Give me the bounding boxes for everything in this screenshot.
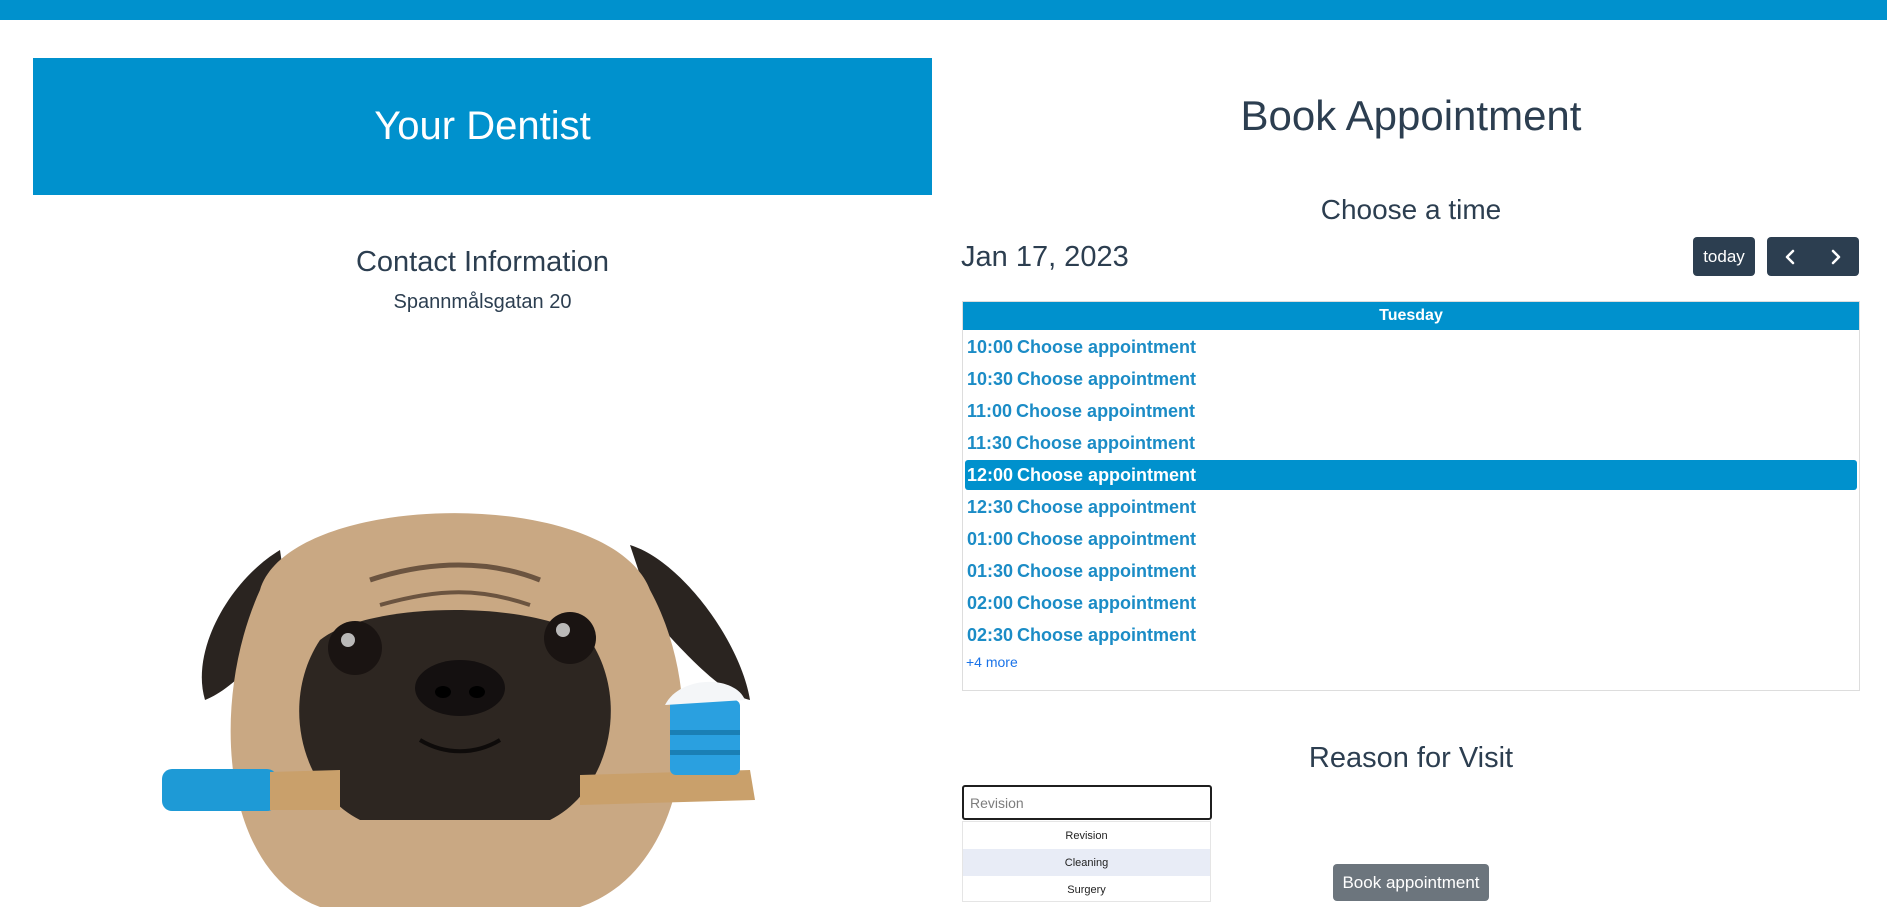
slot-time: 10:00 <box>967 336 1014 357</box>
slot-label: Choose appointment <box>1017 528 1197 549</box>
slot-time: 10:30 <box>967 368 1014 389</box>
slot-label: Choose appointment <box>1017 560 1197 581</box>
slot-label: Choose appointment <box>1016 400 1196 421</box>
slot-time: 02:30 <box>967 624 1014 645</box>
top-accent-bar <box>0 0 1887 20</box>
slot-label: Choose appointment <box>1017 496 1197 517</box>
day-header: Tuesday <box>963 302 1859 330</box>
next-day-button[interactable] <box>1813 237 1859 276</box>
slot-time: 12:00 <box>967 464 1014 485</box>
slot-time: 02:00 <box>967 592 1014 613</box>
more-slots-link[interactable]: +4 more <box>966 654 1018 670</box>
appointment-slot[interactable]: 10:00 Choose appointment <box>965 332 1857 362</box>
slot-label: Choose appointment <box>1017 464 1197 485</box>
slot-time: 11:00 <box>967 400 1013 421</box>
reason-input[interactable] <box>962 785 1212 820</box>
appointment-slot[interactable]: 02:30 Choose appointment <box>965 620 1857 650</box>
slot-time: 12:30 <box>967 496 1014 517</box>
appointment-slot[interactable]: 02:00 Choose appointment <box>965 588 1857 618</box>
previous-day-button[interactable] <box>1767 237 1813 276</box>
appointment-slot[interactable]: 11:00 Choose appointment <box>965 396 1857 426</box>
appointment-slot[interactable]: 01:00 Choose appointment <box>965 524 1857 554</box>
reason-option[interactable]: Revision <box>963 822 1210 849</box>
brand-banner: Your Dentist <box>33 58 932 195</box>
appointment-slot-selected[interactable]: 12:00 Choose appointment <box>965 460 1857 490</box>
reason-option[interactable]: Surgery <box>963 876 1210 903</box>
reason-title: Reason for Visit <box>1308 742 1514 774</box>
contact-title: Contact Information <box>355 246 610 278</box>
pug-with-toothbrush-image <box>162 513 755 907</box>
contact-address: Spannmålsgatan 20 <box>393 291 572 313</box>
slot-label: Choose appointment <box>1017 592 1197 613</box>
appointment-slot[interactable]: 01:30 Choose appointment <box>965 556 1857 586</box>
reason-option-highlighted[interactable]: Cleaning <box>963 849 1210 876</box>
booking-title: Book Appointment <box>1240 92 1582 139</box>
appointment-slot[interactable]: 10:30 Choose appointment <box>965 364 1857 394</box>
book-appointment-button[interactable]: Book appointment <box>1333 864 1489 901</box>
calendar-current-date: Jan 17, 2023 <box>961 241 1129 273</box>
today-button[interactable]: today <box>1693 237 1755 276</box>
appointment-slot[interactable]: 12:30 Choose appointment <box>965 492 1857 522</box>
chevron-right-icon <box>1831 249 1841 264</box>
slot-label: Choose appointment <box>1016 432 1196 453</box>
reason-dropdown: Revision Cleaning Surgery <box>962 821 1211 902</box>
slot-label: Choose appointment <box>1017 336 1197 357</box>
slot-label: Choose appointment <box>1017 624 1197 645</box>
appointment-slot[interactable]: 11:30 Choose appointment <box>965 428 1857 458</box>
day-calendar: Tuesday 10:00 Choose appointment 10:30 C… <box>962 301 1860 691</box>
chevron-left-icon <box>1785 249 1795 264</box>
choose-time-title: Choose a time <box>1320 194 1502 225</box>
brand-title: Your Dentist <box>374 104 591 148</box>
slot-time: 01:30 <box>967 560 1014 581</box>
slot-time: 01:00 <box>967 528 1014 549</box>
slot-time: 11:30 <box>967 432 1013 453</box>
slot-label: Choose appointment <box>1017 368 1197 389</box>
